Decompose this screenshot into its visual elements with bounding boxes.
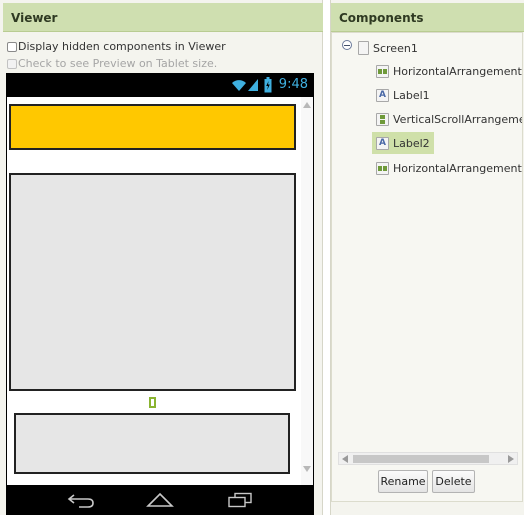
wifi-icon: [232, 80, 246, 91]
tablet-preview-checkbox[interactable]: Check to see Preview on Tablet size.: [7, 57, 217, 70]
back-icon[interactable]: [67, 492, 95, 508]
screen-icon: [358, 41, 369, 55]
show-hidden-checkbox[interactable]: Display hidden components in Viewer: [7, 40, 226, 53]
collapse-toggle-icon[interactable]: [342, 40, 352, 50]
tree-node-label1[interactable]: A Label1: [376, 84, 434, 106]
vertical-scroll-arrangement-icon: [376, 112, 389, 126]
tree-node-verticalscrollarrangement[interactable]: VerticalScrollArrangemen: [376, 108, 523, 130]
tree-node-label: Screen1: [373, 41, 418, 55]
delete-button[interactable]: Delete: [432, 470, 475, 493]
status-bar: 9:48: [6, 73, 314, 97]
viewer-panel: Viewer Display hidden components in View…: [0, 0, 323, 515]
viewer-title: Viewer: [3, 3, 323, 32]
signal-icon: [248, 79, 258, 91]
tablet-preview-label: Check to see Preview on Tablet size.: [18, 57, 218, 70]
horizontal-arrangement-icon: [376, 161, 389, 175]
scroll-down-arrow-icon[interactable]: [303, 466, 311, 472]
tree-node-label: Label1: [393, 88, 430, 102]
tree-node-label: HorizontalArrangement1: [393, 64, 523, 78]
tree-node-horizontalarrangement2[interactable]: HorizontalArrangement2: [376, 157, 523, 179]
home-icon[interactable]: [146, 491, 174, 508]
scroll-right-arrow-icon[interactable]: [508, 455, 514, 463]
horizontal-arrangement-icon: [376, 64, 389, 78]
vertical-scroll-arrangement[interactable]: [9, 173, 296, 391]
navigation-bar: [6, 485, 314, 515]
recent-apps-icon[interactable]: [227, 492, 253, 508]
components-tree: Screen1 HorizontalArrangement1 A Label1 …: [331, 32, 523, 502]
phone-preview: 9:48: [6, 73, 314, 515]
rename-button[interactable]: Rename: [378, 470, 428, 493]
horizontal-arrangement-2[interactable]: [14, 413, 290, 474]
label-icon: A: [376, 136, 389, 150]
scroll-up-arrow-icon[interactable]: [303, 102, 311, 108]
checkbox-box[interactable]: [7, 41, 17, 52]
label-icon: A: [376, 88, 389, 102]
components-panel: Components Screen1 HorizontalArrangement…: [330, 0, 524, 515]
screen-scrollbar[interactable]: [301, 97, 313, 490]
status-time: 9:48: [278, 77, 308, 92]
tree-node-label: VerticalScrollArrangemen: [393, 112, 523, 126]
label-2-placeholder[interactable]: [149, 397, 156, 408]
tree-node-label2[interactable]: A Label2: [372, 132, 434, 154]
tree-node-horizontalarrangement1[interactable]: HorizontalArrangement1: [376, 60, 523, 82]
scroll-left-arrow-icon[interactable]: [342, 455, 348, 463]
show-hidden-label: Display hidden components in Viewer: [18, 40, 226, 53]
scrollbar-thumb[interactable]: [353, 455, 489, 463]
checkbox-box[interactable]: [7, 58, 17, 69]
battery-icon: [264, 77, 272, 93]
components-title: Components: [331, 3, 524, 32]
phone-screen: [7, 97, 313, 490]
tree-node-label: Label2: [393, 136, 430, 150]
tree-node-label: HorizontalArrangement2: [393, 161, 523, 175]
tree-horizontal-scrollbar[interactable]: [338, 452, 518, 465]
tree-node-screen1[interactable]: Screen1: [358, 37, 422, 59]
horizontal-arrangement-1[interactable]: [9, 104, 296, 150]
